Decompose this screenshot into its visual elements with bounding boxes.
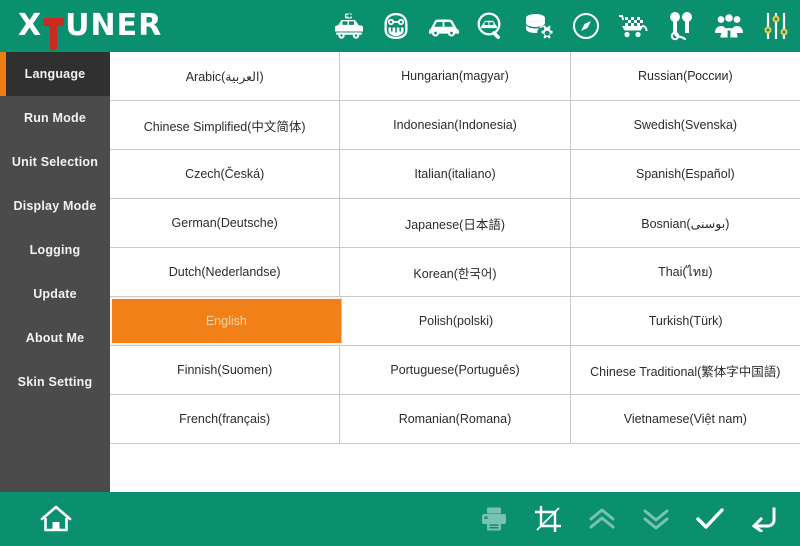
sidebar-item-skin-setting[interactable]: Skin Setting [0, 360, 110, 404]
print-icon[interactable] [478, 503, 510, 535]
sidebar-item-label: Update [33, 287, 77, 301]
language-cell[interactable]: Finnish(Suomen) [110, 346, 341, 394]
logo-letters-uner: UNER [65, 8, 163, 43]
logo-letter-x: X [18, 8, 43, 43]
language-cell[interactable]: Czech(Česká) [110, 150, 341, 198]
language-cell[interactable]: Hungarian(magyar) [340, 52, 571, 100]
screenshot-crop-icon[interactable] [532, 503, 564, 535]
language-cell[interactable]: Indonesian(Indonesia) [340, 101, 571, 149]
sidebar-item-display-mode[interactable]: Display Mode [0, 184, 110, 228]
sidebar-item-label: About Me [25, 331, 85, 345]
tools-icon[interactable] [662, 7, 700, 45]
diagnostic-face-icon[interactable] [377, 7, 415, 45]
sidebar-filler [0, 404, 110, 492]
table-row: German(Deutsche) Japanese(日本語) Bosnian(ب… [110, 199, 800, 248]
language-cell[interactable]: Romanian(Romana) [340, 395, 571, 443]
confirm-check-icon[interactable] [694, 503, 726, 535]
footer-bar [0, 492, 800, 546]
table-row: French(français) Romanian(Romana) Vietna… [110, 395, 800, 444]
settings-sidebar: Language Run Mode Unit Selection Display… [0, 52, 110, 492]
sidebar-item-language[interactable]: Language [0, 52, 110, 96]
language-cell[interactable]: Chinese Simplified(中文简体) [110, 101, 341, 149]
language-cell[interactable]: Turkish(Türk) [571, 297, 800, 345]
sidebar-item-label: Language [24, 67, 86, 81]
language-cell[interactable]: Spanish(Español) [570, 150, 800, 198]
sidebar-item-label: Display Mode [13, 199, 97, 213]
language-cell[interactable]: Arabic(العربية) [110, 52, 341, 100]
ambulance-icon[interactable] [330, 7, 368, 45]
language-cell[interactable]: Thai(ไทย) [570, 248, 800, 296]
language-cell-selected[interactable]: English [110, 297, 342, 345]
header-toolbar [330, 0, 795, 52]
footer-actions [478, 492, 780, 546]
car-icon[interactable] [425, 7, 463, 45]
language-cell[interactable]: German(Deutsche) [110, 199, 341, 247]
language-cell[interactable]: Dutch(Nederlandse) [110, 248, 341, 296]
language-cell[interactable]: Italian(italiano) [340, 150, 571, 198]
home-icon[interactable] [38, 501, 74, 537]
hammer-icon [43, 18, 65, 50]
language-cell[interactable]: Polish(polski) [341, 297, 572, 345]
page-down-icon[interactable] [640, 503, 672, 535]
sidebar-item-label: Skin Setting [17, 375, 93, 389]
table-row: Chinese Simplified(中文简体) Indonesian(Indo… [110, 101, 800, 150]
shopping-cart-flag-icon[interactable] [615, 7, 653, 45]
compass-icon[interactable] [567, 7, 605, 45]
language-cell[interactable]: Portuguese(Português) [340, 346, 571, 394]
group-users-icon[interactable] [710, 7, 748, 45]
language-cell[interactable]: Korean(한국어) [340, 248, 571, 296]
sliders-icon[interactable] [757, 7, 795, 45]
table-row: Finnish(Suomen) Portuguese(Português) Ch… [110, 346, 800, 395]
sidebar-item-logging[interactable]: Logging [0, 228, 110, 272]
sidebar-item-label: Run Mode [23, 111, 86, 125]
sidebar-item-label: Logging [29, 243, 81, 257]
language-cell[interactable]: French(français) [110, 395, 341, 443]
sidebar-item-label: Unit Selection [11, 155, 99, 169]
back-icon[interactable] [748, 503, 780, 535]
language-cell[interactable]: Chinese Traditional(繁体字中国語) [570, 346, 800, 394]
car-search-icon[interactable] [472, 7, 510, 45]
language-cell[interactable]: Bosnian(بوسنی) [570, 199, 800, 247]
sidebar-item-about-me[interactable]: About Me [0, 316, 110, 360]
language-cell[interactable]: Russian(России) [570, 52, 800, 100]
table-row: Arabic(العربية) Hungarian(magyar) Russia… [110, 52, 800, 101]
sidebar-item-unit-selection[interactable]: Unit Selection [0, 140, 110, 184]
language-grid: Arabic(العربية) Hungarian(magyar) Russia… [110, 52, 800, 492]
main-body: Language Run Mode Unit Selection Display… [0, 52, 800, 492]
app-logo: X UNER [18, 8, 163, 50]
database-settings-icon[interactable] [520, 7, 558, 45]
language-cell[interactable]: Japanese(日本語) [340, 199, 571, 247]
language-cell[interactable]: Vietnamese(Việt nam) [570, 395, 800, 443]
app-window: X UNER Language Run Mode Unit Selection … [0, 0, 800, 546]
sidebar-item-update[interactable]: Update [0, 272, 110, 316]
table-row: Czech(Česká) Italian(italiano) Spanish(E… [110, 150, 800, 199]
sidebar-item-run-mode[interactable]: Run Mode [0, 96, 110, 140]
page-up-icon[interactable] [586, 503, 618, 535]
table-row: Dutch(Nederlandse) Korean(한국어) Thai(ไทย) [110, 248, 800, 297]
header-bar: X UNER [0, 0, 800, 52]
table-row: English Polish(polski) Turkish(Türk) [110, 297, 800, 346]
language-cell[interactable]: Swedish(Svenska) [570, 101, 800, 149]
empty-grid-area [110, 444, 800, 492]
